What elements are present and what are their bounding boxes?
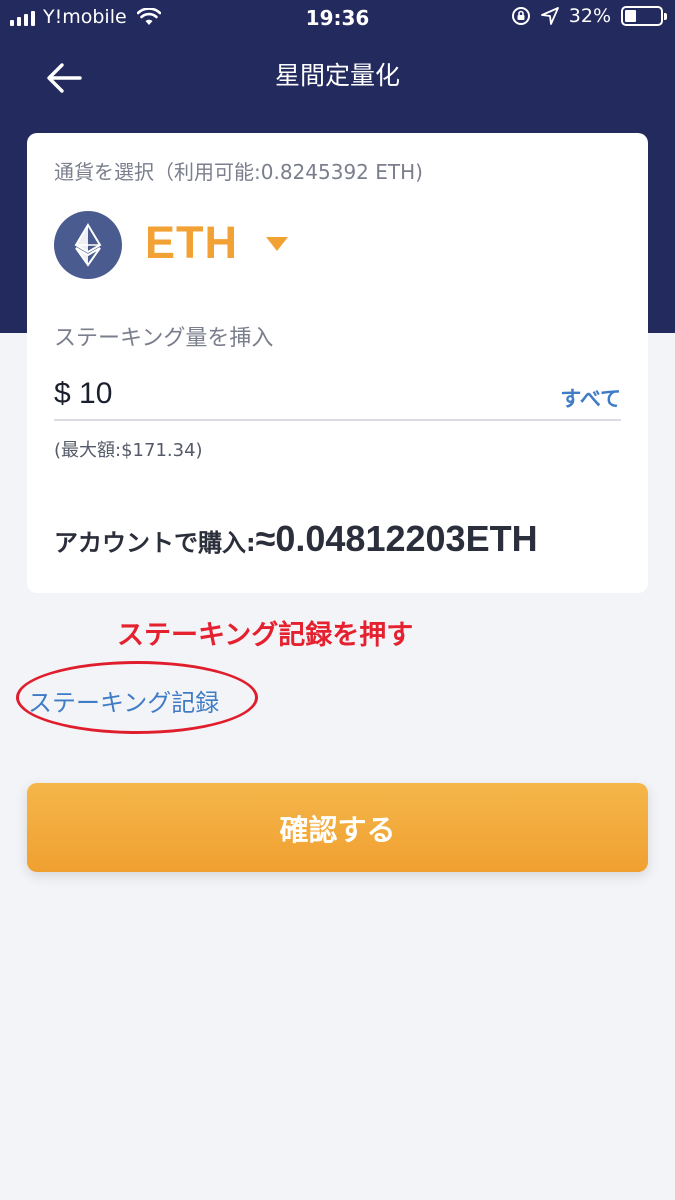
staking-card: 通貨を選択（利用可能:0.8245392 ETH) ETH ステーキング量を挿入…	[27, 133, 648, 593]
stake-amount-label: ステーキング量を挿入	[54, 326, 274, 351]
max-amount-label: (最大額:$171.34)	[54, 440, 203, 461]
status-bar: Y!mobile 19:36 32%	[0, 0, 675, 40]
all-button[interactable]: すべて	[560, 383, 621, 413]
location-arrow-icon	[540, 7, 559, 25]
battery-percent: 32%	[568, 5, 611, 27]
rotation-lock-icon	[511, 7, 530, 25]
purchase-value: ≈0.04812203ETH	[255, 518, 538, 559]
status-right: 32%	[511, 5, 667, 27]
annotation-text: ステーキング記録を押す	[117, 620, 414, 651]
page-title: 星間定量化	[274, 61, 400, 90]
currency-symbol[interactable]: ETH	[145, 217, 238, 269]
currency-select-label: 通貨を選択（利用可能:0.8245392 ETH)	[54, 160, 423, 184]
battery-icon	[621, 6, 667, 26]
purchase-summary: アカウントで購入:≈0.04812203ETH	[54, 518, 538, 560]
confirm-button[interactable]: 確認する	[27, 783, 648, 872]
battery-fill	[625, 10, 636, 22]
stake-amount-field[interactable]: $ 10 すべて	[54, 373, 621, 421]
ethereum-icon[interactable]	[54, 211, 122, 279]
purchase-label: アカウントで購入:	[54, 529, 256, 557]
caret-down-icon[interactable]	[266, 237, 288, 251]
staking-records-link[interactable]: ステーキング記録	[28, 683, 219, 718]
stake-amount-input[interactable]: $ 10	[54, 377, 112, 411]
